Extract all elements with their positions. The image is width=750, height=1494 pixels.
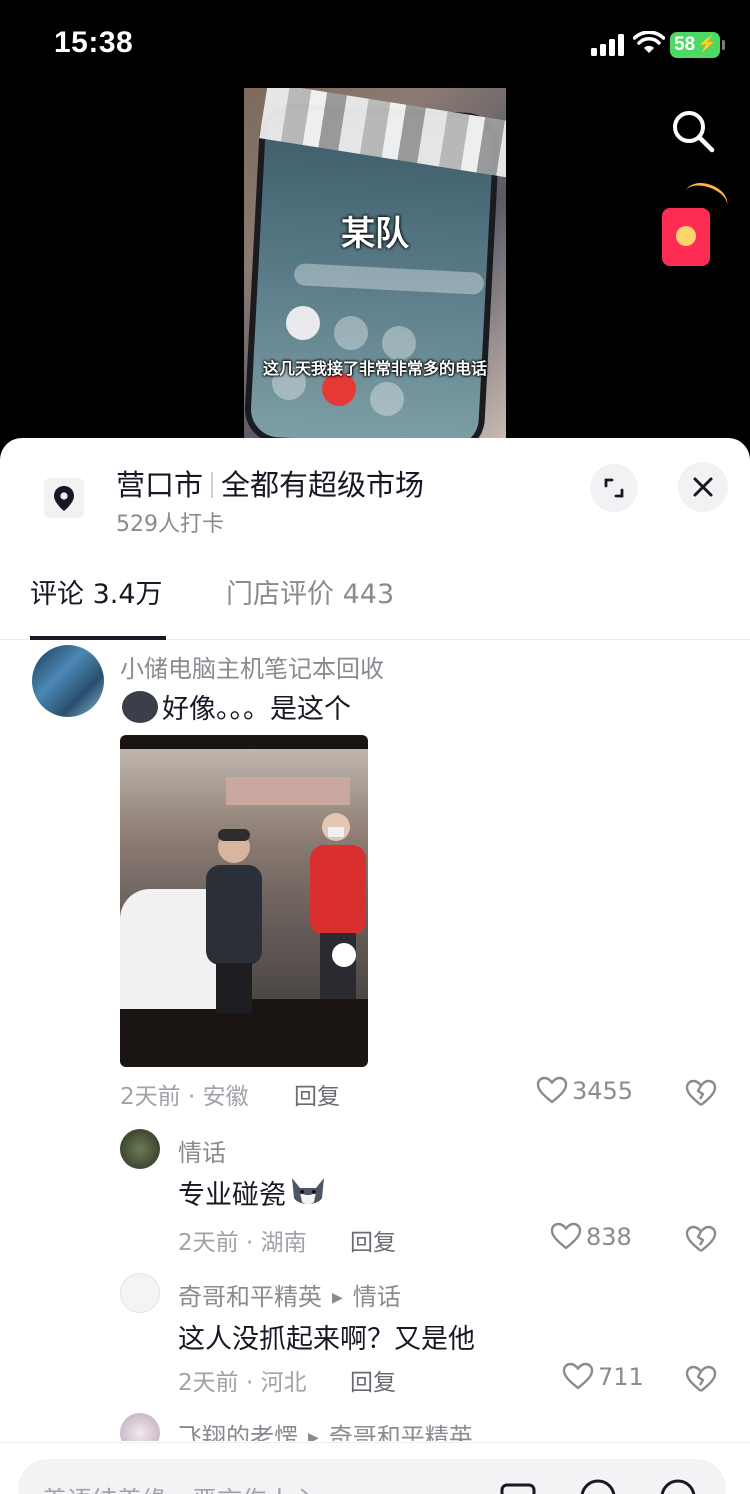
reply-target: 情话	[352, 1283, 401, 1311]
reply-arrow-icon: ▶	[332, 1290, 343, 1306]
emoji-sticker-icon	[122, 691, 158, 723]
tab-comments[interactable]: 评论 3.4万	[30, 572, 163, 611]
video-caller-name: 某队	[341, 214, 409, 254]
image-picker-icon[interactable]	[498, 1477, 538, 1494]
location-pin-icon	[44, 478, 84, 518]
comment-text: 专业碰瓷	[178, 1173, 328, 1212]
heart-icon	[536, 1076, 568, 1104]
comment-input-bar: 善语结善缘，恶言伤人心	[0, 1442, 750, 1494]
mention-icon[interactable]	[578, 1477, 618, 1494]
husky-emoji-icon	[292, 1178, 324, 1205]
broken-heart-icon[interactable]	[684, 1075, 718, 1109]
woman-figure	[310, 813, 366, 999]
location-title[interactable]: 营口市 全都有超级市场	[116, 462, 424, 504]
keypad-button-in-video	[370, 382, 404, 416]
location-city: 营口市	[116, 468, 204, 502]
like-count: 3455	[572, 1077, 634, 1105]
emoji-icon[interactable]	[658, 1477, 698, 1494]
comment-input-placeholder: 善语结善缘，恶言伤人心	[42, 1481, 317, 1494]
tab-store-reviews[interactable]: 门店评价 443	[226, 572, 394, 611]
checkin-count: 529人打卡	[116, 512, 224, 537]
expand-button[interactable]	[590, 464, 638, 512]
broken-heart-icon[interactable]	[684, 1361, 718, 1395]
video-subtitle: 这几天我接了非常非常多的电话	[262, 359, 487, 378]
comment-image[interactable]	[120, 735, 368, 1067]
red-packet-icon[interactable]	[662, 208, 710, 266]
avatar[interactable]	[120, 1129, 160, 1169]
broken-heart-icon[interactable]	[684, 1221, 718, 1255]
comment-meta: 2天前 · 安徽	[120, 1084, 249, 1110]
expand-icon	[604, 478, 624, 498]
facetime-button-in-video	[334, 316, 368, 350]
comment-username[interactable]: 奇哥和平精英 ▶ 情话	[178, 1277, 401, 1312]
comment-tabs: 评论 3.4万 门店评价 443	[0, 556, 750, 640]
comment-image-scene	[120, 749, 368, 1013]
comment-text: 好像。。。是这个	[122, 687, 351, 726]
battery-indicator: 58 ⚡	[670, 32, 725, 58]
avatar[interactable]	[120, 1273, 160, 1313]
comment-text: 这人没抓起来啊？又是他	[178, 1324, 475, 1355]
avatar[interactable]	[32, 645, 104, 717]
comment-username[interactable]: 小储电脑主机笔记本回收	[120, 649, 384, 684]
comment-sheet: 营口市 全都有超级市场 529人打卡 评论 3.4万 门店评价 443 小储电脑主…	[0, 438, 750, 1494]
heart-icon	[550, 1222, 582, 1250]
comment-meta: 2天前 · 湖南	[178, 1230, 307, 1256]
man-figure	[206, 829, 262, 1013]
reply-author: 奇哥和平精英	[178, 1283, 322, 1311]
reply-target: 奇哥和平精英	[328, 1423, 473, 1441]
like-button[interactable]: 711	[562, 1361, 644, 1391]
comment-username[interactable]: 情话	[178, 1133, 226, 1168]
reply-button[interactable]: 回复	[350, 1223, 396, 1257]
comment-username[interactable]: 飞翔的老愣 ▶ 奇哥和平精英	[178, 1417, 473, 1441]
close-button[interactable]	[678, 462, 728, 512]
search-icon[interactable]	[670, 108, 716, 154]
cellular-signal-icon	[591, 34, 627, 56]
like-count: 711	[598, 1363, 644, 1391]
heart-icon	[562, 1362, 594, 1390]
video-frame[interactable]: 某队 这几天我接了非常非常多的电话	[244, 88, 506, 438]
comment-text-content: 好像。。。是这个	[162, 694, 351, 725]
battery-level: 58	[674, 34, 696, 55]
charging-bolt-icon: ⚡	[697, 36, 717, 53]
reply-button[interactable]: 回复	[294, 1077, 340, 1111]
status-time: 15:38	[54, 26, 134, 59]
reply-arrow-icon: ▶	[308, 1430, 319, 1441]
wifi-icon	[633, 31, 665, 53]
reply-author: 飞翔的老愣	[178, 1423, 298, 1441]
video-player[interactable]: 某队 这几天我接了非常非常多的电话	[0, 88, 750, 448]
comment-input[interactable]: 善语结善缘，恶言伤人心	[18, 1459, 726, 1494]
speaker-button-in-video	[286, 306, 320, 340]
like-button[interactable]: 838	[550, 1221, 632, 1251]
avatar[interactable]	[120, 1413, 160, 1441]
comment-text-content: 专业碰瓷	[178, 1180, 286, 1211]
like-count: 838	[586, 1223, 632, 1251]
location-header: 营口市 全都有超级市场 529人打卡	[0, 438, 750, 548]
reply-button[interactable]: 回复	[350, 1363, 396, 1397]
location-store: 全都有超级市场	[221, 468, 425, 502]
close-icon	[693, 477, 713, 497]
comment-list: 小储电脑主机笔记本回收 好像。。。是这个 2天前 · 安徽 回复 3455 情话…	[0, 641, 750, 1441]
active-tab-underline	[30, 636, 166, 640]
status-bar: 15:38 58 ⚡	[0, 0, 750, 88]
like-button[interactable]: 3455	[536, 1075, 633, 1105]
comment-meta: 2天前 · 河北	[178, 1370, 307, 1396]
